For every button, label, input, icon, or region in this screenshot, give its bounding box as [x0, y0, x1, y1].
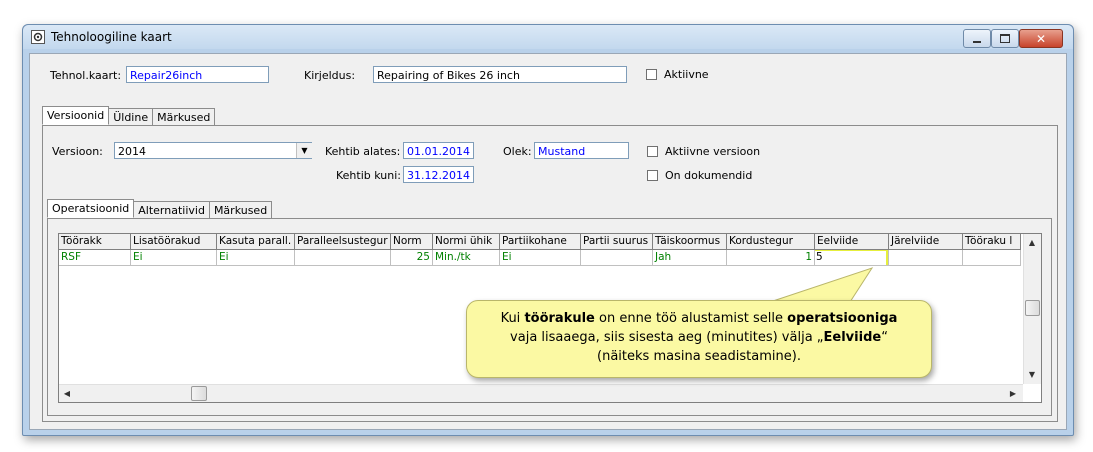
callout-text: on enne töö alustamist selle: [594, 311, 788, 326]
callout-text: Kui: [500, 311, 525, 326]
callout-bold-text: töörakule: [524, 311, 595, 326]
callout-bold-text: operatsiooniga: [787, 311, 898, 326]
callout-text: “: [881, 330, 888, 345]
callout-text: vaja lisaaega, siis sisesta aeg (minutit…: [510, 330, 824, 345]
help-callout: Kui töörakule on enne töö alustamist sel…: [466, 300, 932, 378]
callout-pointer: [769, 267, 874, 303]
callout-bold-text: Eelviide: [823, 330, 882, 345]
callout-line-1: Kui töörakule on enne töö alustamist sel…: [467, 309, 931, 328]
callout-line-3: (näiteks masina seadistamine).: [597, 349, 801, 364]
callout-line-2: vaja lisaaega, siis sisesta aeg (minutit…: [467, 328, 931, 347]
